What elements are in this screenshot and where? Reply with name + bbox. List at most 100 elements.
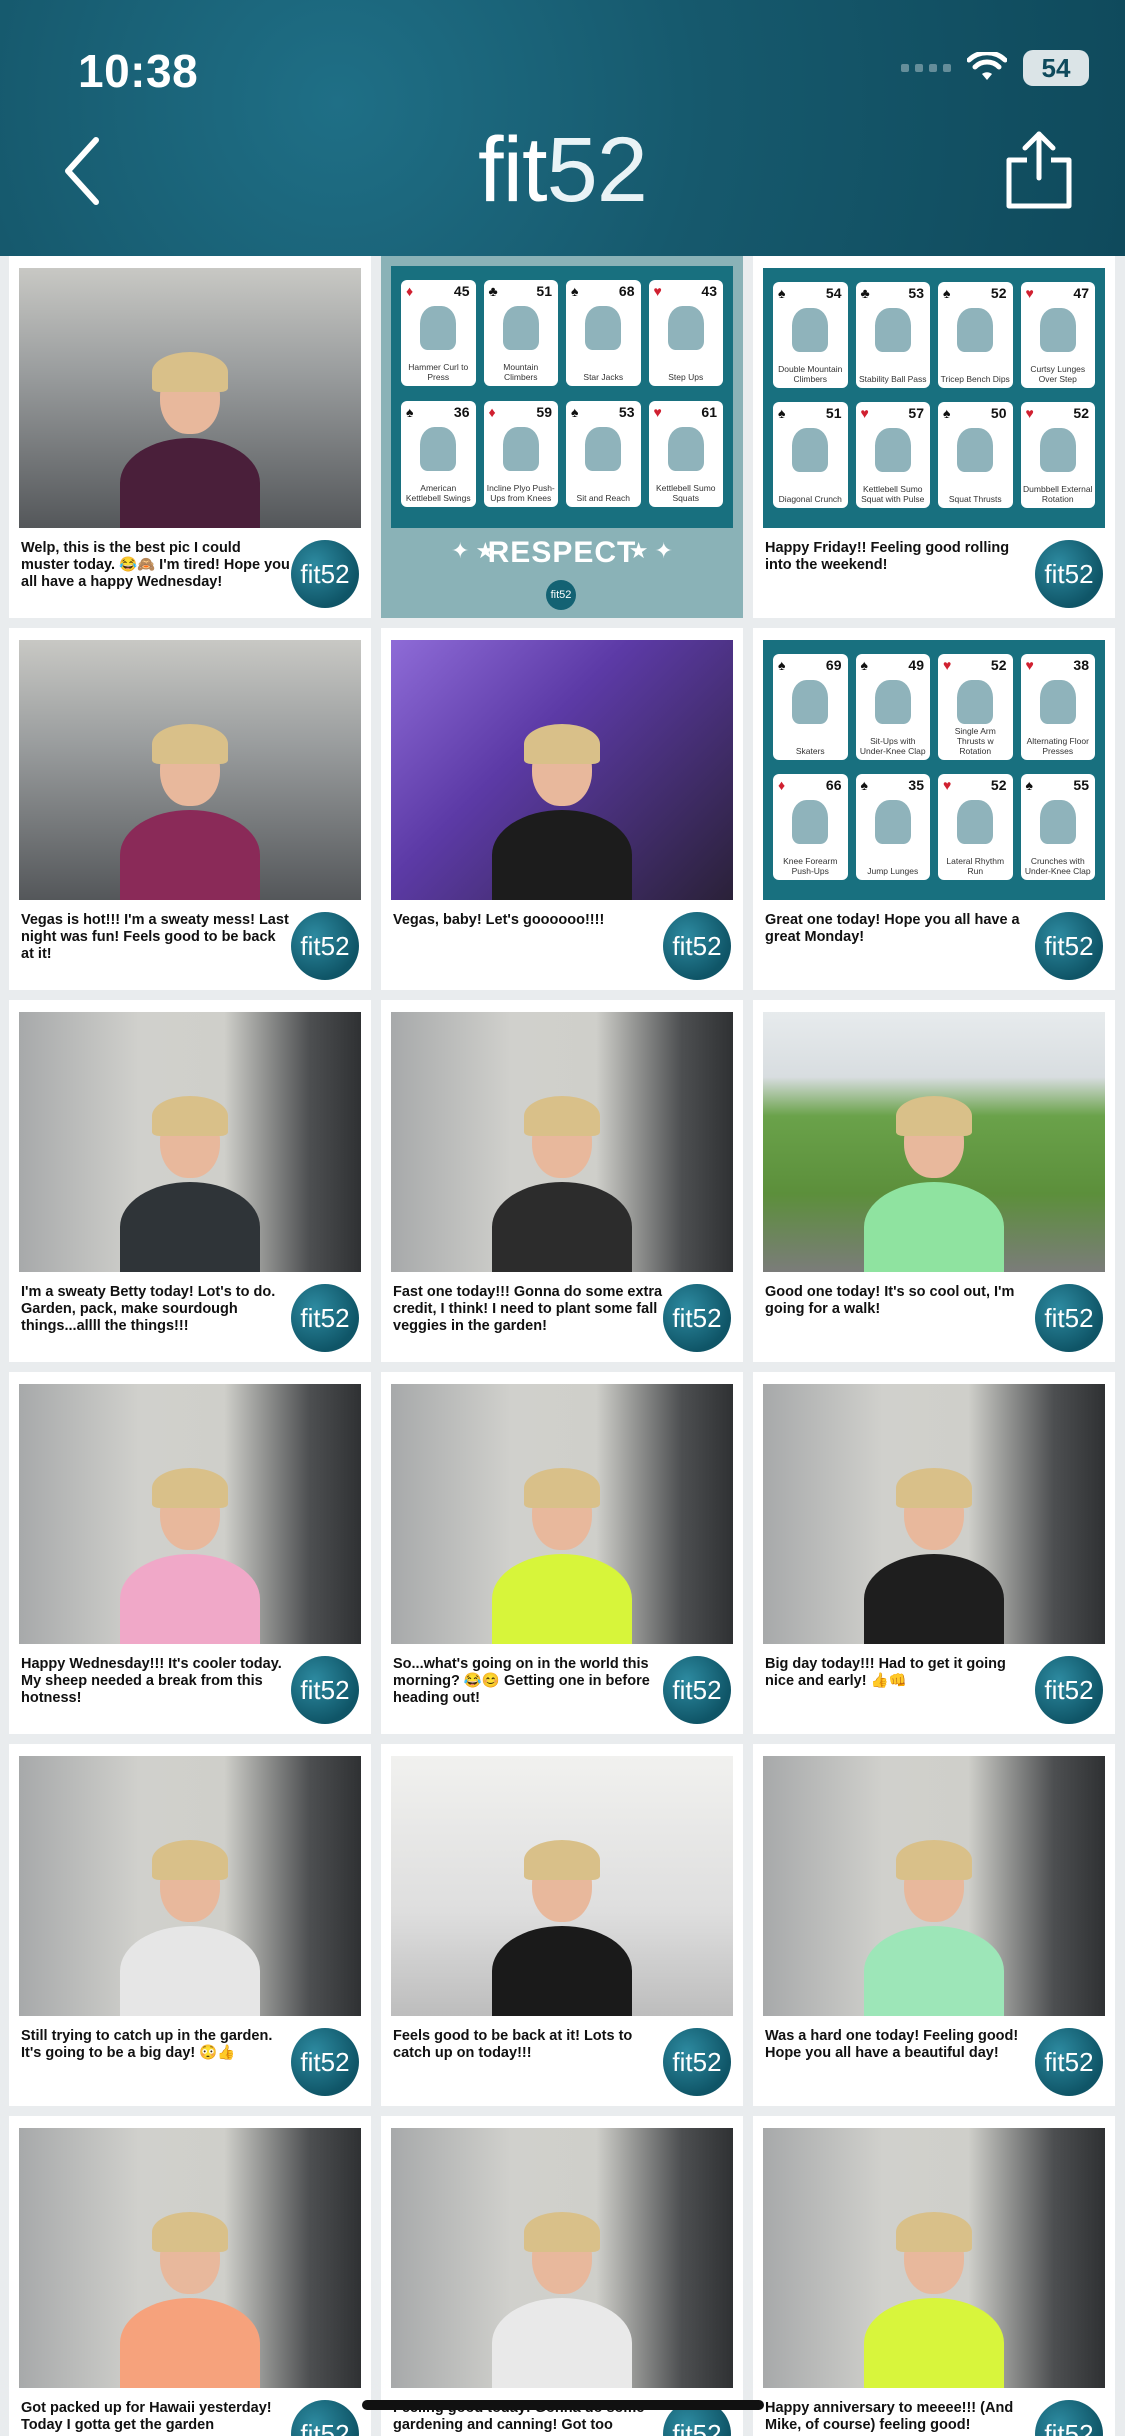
post-caption: Big day today!!! Had to get it going nic… bbox=[765, 1656, 1006, 1689]
fit52-badge-icon: fit52 bbox=[663, 912, 731, 980]
card-reps: 66 bbox=[825, 777, 842, 793]
exercise-name: Step Ups bbox=[668, 372, 704, 382]
exercise-card: ♥ 47 Curtsy Lunges Over Step bbox=[1020, 282, 1095, 388]
post-photo bbox=[763, 1012, 1105, 1272]
exercise-card: ♠ 69 Skaters bbox=[773, 654, 848, 760]
post-card[interactable]: Welp, this is the best pic I could muste… bbox=[9, 256, 371, 618]
star-icon: ★ ✦ bbox=[628, 538, 673, 563]
card-reps: 55 bbox=[1073, 777, 1089, 793]
post-photo bbox=[19, 640, 361, 900]
card-suit: ♠ bbox=[1025, 777, 1033, 793]
fit52-badge-icon: fit52 bbox=[1035, 1284, 1103, 1352]
post-card[interactable]: ♦ 45 Hammer Curl to Press ♣ 51 Mountain Climb… bbox=[381, 256, 743, 618]
post-card[interactable]: Still trying to catch up in the garden. … bbox=[9, 1744, 371, 2106]
selfie-person bbox=[462, 710, 662, 900]
post-photo bbox=[19, 1756, 361, 2016]
card-reps: 52 bbox=[990, 777, 1007, 793]
fit52-badge-icon: fit52 bbox=[663, 2028, 731, 2096]
selfie-person bbox=[834, 1082, 1034, 1272]
share-icon[interactable] bbox=[1003, 128, 1075, 210]
card-suit: ♦ bbox=[488, 404, 496, 420]
wifi-icon bbox=[967, 52, 1007, 80]
post-caption: Vegas is hot!!! I'm a sweaty mess! Last … bbox=[21, 912, 289, 962]
respect-card: ♦ 45 Hammer Curl to Press ♣ 51 Mountain Climb… bbox=[381, 256, 743, 618]
workout-cards: ♠ 54 Double Mountain Climbers ♣ 53 Stability … bbox=[763, 268, 1105, 528]
post-card[interactable]: Feels good to be back at it! Lots to cat… bbox=[381, 1744, 743, 2106]
card-suit: ♠ bbox=[778, 657, 786, 673]
exercise-figure bbox=[874, 800, 911, 844]
card-reps: 69 bbox=[825, 657, 842, 673]
post-card[interactable]: ♠ 69 Skaters ♠ 49 Sit-Ups with Under-Knee Cla… bbox=[753, 628, 1115, 990]
post-card[interactable]: I'm a sweaty Betty today! Lot's to do. G… bbox=[9, 1000, 371, 1362]
selfie-person bbox=[462, 1082, 662, 1272]
fit52-badge-icon: fit52 bbox=[663, 1656, 731, 1724]
exercise-name: Skaters bbox=[795, 746, 825, 756]
exercise-figure bbox=[1039, 800, 1076, 844]
exercise-figure bbox=[792, 428, 829, 472]
exercise-name: Lateral Rhythm Run bbox=[946, 856, 1005, 876]
exercise-card: ♥ 57 Kettlebell Sumo Squat with Pulse bbox=[855, 402, 930, 508]
card-reps: 59 bbox=[536, 404, 552, 420]
post-card[interactable]: Vegas, baby! Let's goooooo!!!! fit52 bbox=[381, 628, 743, 990]
card-reps: 53 bbox=[908, 285, 924, 301]
post-card[interactable]: Was a hard one today! Feeling good! Hope… bbox=[753, 1744, 1115, 2106]
exercise-card: ♥ 52 Single Arm Thrusts w Rotation bbox=[938, 654, 1013, 760]
exercise-card: ♠ 68 Star Jacks bbox=[566, 280, 641, 386]
card-reps: 43 bbox=[701, 283, 717, 299]
exercise-name: Jump Lunges bbox=[867, 866, 919, 876]
card-suit: ♣ bbox=[860, 285, 870, 301]
exercise-name: Diagonal Crunch bbox=[778, 494, 842, 504]
fit52-badge-icon: fit52 bbox=[663, 1284, 731, 1352]
exercise-name: Tricep Bench Dips bbox=[940, 374, 1010, 384]
card-suit: ♠ bbox=[943, 405, 951, 421]
post-card[interactable]: Happy Wednesday!!! It's cooler today. My… bbox=[9, 1372, 371, 1734]
exercise-figure bbox=[420, 306, 457, 350]
selfie-person bbox=[90, 1826, 290, 2016]
post-photo bbox=[19, 268, 361, 528]
card-reps: 51 bbox=[536, 283, 552, 299]
post-card[interactable]: So...what's going on in the world this m… bbox=[381, 1372, 743, 1734]
post-card[interactable]: Good one today! It's so cool out, I'm go… bbox=[753, 1000, 1115, 1362]
exercise-figure bbox=[874, 428, 911, 472]
selfie-person bbox=[462, 1454, 662, 1644]
post-photo bbox=[391, 1384, 733, 1644]
post-card[interactable]: Fast one today!!! Gonna do some extra cr… bbox=[381, 1000, 743, 1362]
exercise-figure bbox=[792, 680, 829, 724]
card-reps: 53 bbox=[618, 404, 635, 420]
exercise-figure bbox=[1039, 680, 1076, 724]
post-caption: Great one today! Hope you all have a gre… bbox=[765, 912, 1020, 945]
card-reps: 45 bbox=[453, 283, 470, 299]
post-photo bbox=[763, 1756, 1105, 2016]
post-caption: Was a hard one today! Feeling good! Hope… bbox=[765, 2028, 1019, 2061]
post-card[interactable]: Happy anniversary to meeee!!! (And Mike,… bbox=[753, 2116, 1115, 2436]
exercise-card: ♥ 52 Dumbbell External Rotation bbox=[1020, 402, 1095, 508]
selfie-person bbox=[462, 2198, 662, 2388]
card-suit: ♠ bbox=[406, 404, 414, 420]
card-suit: ♠ bbox=[943, 285, 951, 301]
exercise-figure bbox=[874, 308, 911, 352]
post-card[interactable]: Feeling good today! Gonna do some garden… bbox=[381, 2116, 743, 2436]
selfie-person bbox=[462, 1826, 662, 2016]
selfie-person bbox=[834, 1826, 1034, 2016]
post-card[interactable]: Vegas is hot!!! I'm a sweaty mess! Last … bbox=[9, 628, 371, 990]
exercise-card: ♥ 61 Kettlebell Sumo Squats bbox=[648, 401, 723, 507]
post-card[interactable]: ♠ 54 Double Mountain Climbers ♣ 53 Stability … bbox=[753, 256, 1115, 618]
post-card[interactable]: Big day today!!! Had to get it going nic… bbox=[753, 1372, 1115, 1734]
fit52-badge-icon: fit52 bbox=[1035, 2028, 1103, 2096]
battery-indicator: 54 bbox=[1023, 50, 1089, 86]
exercise-name: Sit-Ups with Under-Knee Clap bbox=[859, 736, 926, 756]
exercise-name: Crunches with Under-Knee Clap bbox=[1024, 856, 1091, 876]
exercise-name: Sit and Reach bbox=[576, 493, 630, 503]
post-caption: Got packed up for Hawaii yesterday! Toda… bbox=[21, 2400, 272, 2433]
card-reps: 35 bbox=[908, 777, 924, 793]
post-caption: Fast one today!!! Gonna do some extra cr… bbox=[393, 1284, 663, 1334]
exercise-name: Single Arm Thrusts w Rotation bbox=[954, 726, 996, 756]
exercise-card: ♠ 54 Double Mountain Climbers bbox=[773, 282, 848, 388]
selfie-person bbox=[90, 2198, 290, 2388]
exercise-card: ♠ 55 Crunches with Under-Knee Clap bbox=[1020, 774, 1095, 880]
exercise-figure bbox=[1039, 308, 1076, 352]
fit52-badge-icon: fit52 bbox=[291, 1656, 359, 1724]
exercise-card: ♥ 43 Step Ups bbox=[648, 280, 723, 386]
home-indicator bbox=[362, 2400, 764, 2410]
post-card[interactable]: Got packed up for Hawaii yesterday! Toda… bbox=[9, 2116, 371, 2436]
